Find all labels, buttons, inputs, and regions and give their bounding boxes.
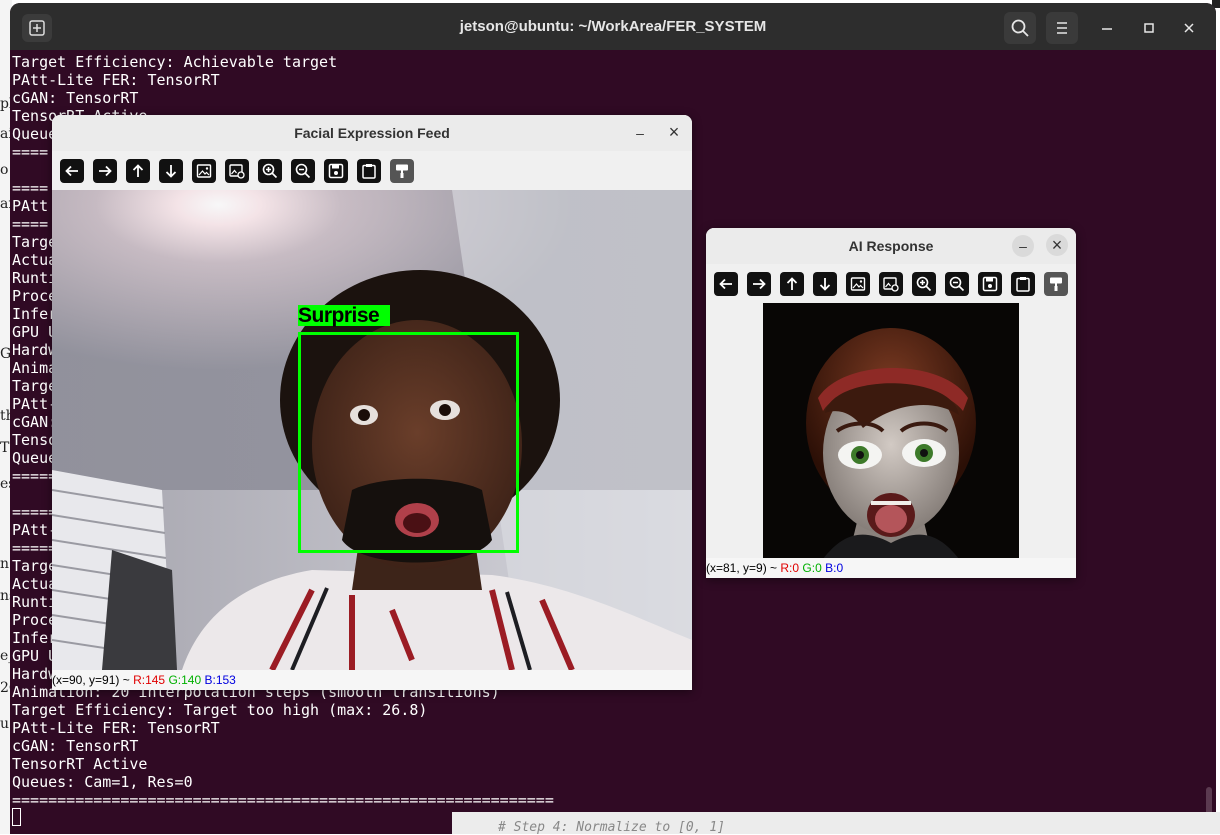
- arrow-right-icon[interactable]: [747, 272, 771, 296]
- save-icon[interactable]: [978, 272, 1002, 296]
- ai-minimize-button[interactable]: –: [1012, 235, 1034, 257]
- pixel-coords: (x=90, y=91) ~: [52, 673, 130, 687]
- feed-toolbar: [52, 151, 692, 191]
- arrow-up-icon[interactable]: [126, 159, 150, 183]
- terminal-line: PAtt-Lite FER: TensorRT: [12, 719, 220, 737]
- image-settings-icon[interactable]: [879, 272, 903, 296]
- detection-label: Surprise: [298, 305, 390, 326]
- pixel-green: G:140: [168, 673, 202, 687]
- maximize-icon: [1144, 23, 1154, 33]
- feed-titlebar[interactable]: Facial Expression Feed – ×: [52, 115, 692, 151]
- maximize-button[interactable]: [1138, 17, 1160, 39]
- pixel-blue: B:0: [825, 561, 844, 575]
- terminal-line: cGAN: TensorRT: [12, 89, 139, 107]
- feed-window-title: Facial Expression Feed: [294, 125, 450, 141]
- terminal-line: Queues: Cam=1, Res=0: [12, 773, 193, 791]
- terminal-line: Target Efficiency: Target too high (max:…: [12, 701, 428, 719]
- paint-brush-icon[interactable]: [390, 159, 414, 183]
- close-button[interactable]: [1178, 17, 1200, 39]
- camera-feed-image[interactable]: Surprise: [52, 190, 692, 670]
- search-icon: [1011, 19, 1029, 37]
- arrow-down-icon[interactable]: [813, 272, 837, 296]
- ai-status-bar: (x=81, y=9) ~ R:0 G:0 B:0: [706, 558, 1076, 578]
- bg-fragment: u: [0, 716, 10, 732]
- background-editor-strip: # Step 4: Normalize to [0, 1]: [452, 812, 1220, 835]
- paint-brush-icon[interactable]: [1044, 272, 1068, 296]
- bg-fragment: n: [0, 556, 10, 572]
- ai-toolbar: [706, 264, 1076, 304]
- pixel-green: G:0: [802, 561, 822, 575]
- image-icon[interactable]: [192, 159, 216, 183]
- search-button[interactable]: [1004, 12, 1036, 44]
- ai-titlebar[interactable]: AI Response – ×: [706, 228, 1076, 264]
- terminal-line: Target Efficiency: Achievable target: [12, 53, 338, 71]
- facial-expression-feed-window[interactable]: Facial Expression Feed – × Surprise (x=9…: [52, 115, 692, 690]
- arrow-up-icon[interactable]: [780, 272, 804, 296]
- minimize-icon: [1102, 28, 1112, 30]
- terminal-line: cGAN: TensorRT: [12, 737, 139, 755]
- clipboard-icon[interactable]: [357, 159, 381, 183]
- arrow-left-icon[interactable]: [714, 272, 738, 296]
- save-icon[interactable]: [324, 159, 348, 183]
- zoom-in-icon[interactable]: [258, 159, 282, 183]
- ai-close-button[interactable]: ×: [1046, 234, 1068, 256]
- image-icon[interactable]: [846, 272, 870, 296]
- pixel-blue: B:153: [204, 673, 236, 687]
- feed-close-button[interactable]: ×: [663, 121, 685, 143]
- terminal-line: TensorRT Active: [12, 755, 148, 773]
- arrow-left-icon[interactable]: [60, 159, 84, 183]
- pixel-red: R:0: [780, 561, 800, 575]
- arrow-right-icon[interactable]: [93, 159, 117, 183]
- feed-minimize-button[interactable]: –: [629, 122, 651, 144]
- background-code-line: # Step 4: Normalize to [0, 1]: [498, 820, 725, 835]
- face-bounding-box: [298, 332, 519, 553]
- clipboard-icon[interactable]: [1011, 272, 1035, 296]
- terminal-cursor: [12, 808, 21, 826]
- arrow-down-icon[interactable]: [159, 159, 183, 183]
- pixel-red: R:145: [133, 673, 166, 687]
- terminal-line: ========================================…: [12, 791, 554, 809]
- zoom-in-icon[interactable]: [912, 272, 936, 296]
- bg-fragment: o: [0, 162, 9, 178]
- pixel-coords: (x=81, y=9) ~: [706, 561, 778, 575]
- hamburger-menu-icon: [1057, 22, 1067, 34]
- feed-status-bar: (x=90, y=91) ~ R:145 G:140 B:153: [52, 670, 692, 690]
- zoom-out-icon[interactable]: [945, 272, 969, 296]
- menu-button[interactable]: [1046, 12, 1078, 44]
- avatar-response-image[interactable]: [763, 303, 1019, 559]
- avatar-frame: [763, 303, 1019, 559]
- terminal-line: PAtt-Lite FER: TensorRT: [12, 71, 220, 89]
- zoom-out-icon[interactable]: [291, 159, 315, 183]
- close-icon: [1184, 23, 1194, 33]
- terminal-titlebar[interactable]: jetson@ubuntu: ~/WorkArea/FER_SYSTEM: [10, 3, 1216, 50]
- ai-response-window[interactable]: AI Response – × (x=81, y=9) ~ R:0 G:0 B:…: [706, 228, 1076, 578]
- bg-fragment: T: [0, 440, 10, 456]
- minimize-button[interactable]: [1096, 17, 1118, 39]
- image-settings-icon[interactable]: [225, 159, 249, 183]
